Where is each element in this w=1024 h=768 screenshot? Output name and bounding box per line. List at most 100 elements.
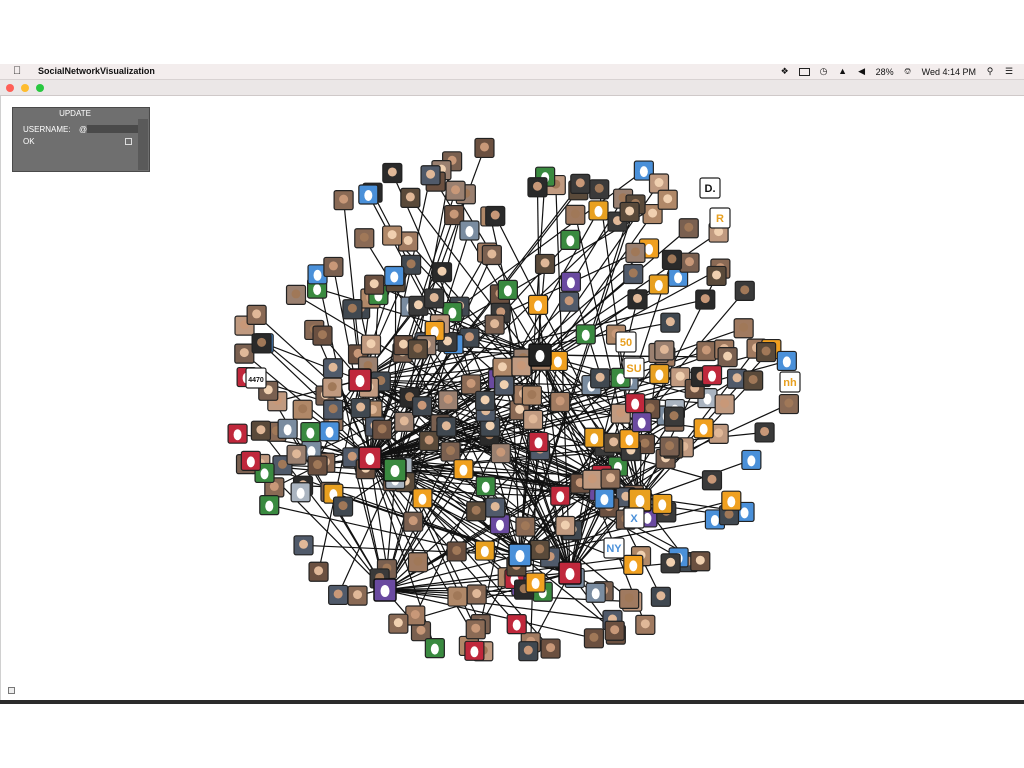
user-avatar[interactable] [522, 409, 544, 430]
user-avatar[interactable] [657, 189, 678, 210]
logo-avatar[interactable]: R [709, 207, 731, 229]
panel-scrollbar[interactable] [138, 119, 148, 170]
hub-avatar[interactable] [558, 561, 582, 585]
default-egg-avatar[interactable] [652, 493, 673, 515]
user-avatar[interactable] [323, 399, 344, 420]
default-egg-avatar[interactable] [464, 640, 485, 661]
user-avatar[interactable] [529, 539, 550, 561]
default-egg-avatar[interactable] [631, 412, 652, 433]
user-avatar[interactable] [733, 318, 754, 339]
user-avatar[interactable] [743, 370, 764, 391]
user-avatar[interactable] [600, 468, 621, 489]
user-avatar[interactable] [436, 416, 457, 437]
default-egg-avatar[interactable] [560, 271, 582, 292]
default-egg-avatar[interactable] [701, 365, 723, 386]
hub-avatar[interactable] [383, 458, 407, 482]
user-avatar[interactable] [382, 162, 403, 184]
user-avatar[interactable] [440, 441, 461, 462]
user-avatar[interactable] [364, 274, 385, 295]
default-egg-avatar[interactable] [594, 488, 615, 509]
user-avatar[interactable] [696, 340, 717, 362]
user-avatar[interactable] [540, 638, 561, 659]
default-egg-avatar[interactable] [575, 324, 596, 345]
user-avatar[interactable] [388, 613, 409, 634]
user-avatar[interactable] [625, 242, 646, 263]
user-avatar[interactable] [635, 614, 656, 635]
user-avatar[interactable] [407, 552, 429, 573]
default-egg-avatar[interactable] [227, 423, 248, 444]
ok-checkbox[interactable] [125, 138, 132, 145]
social-network-graph[interactable]: D. Rnh 50 SU NY X 4470 [0, 0, 1024, 768]
user-avatar[interactable] [706, 265, 727, 287]
user-avatar[interactable] [322, 377, 343, 398]
user-avatar[interactable] [485, 497, 506, 518]
user-avatar[interactable] [466, 501, 487, 522]
user-avatar[interactable] [590, 368, 611, 389]
ok-button[interactable]: OK [23, 137, 35, 146]
default-egg-avatar[interactable] [384, 265, 405, 287]
user-avatar[interactable] [663, 406, 685, 427]
default-egg-avatar[interactable] [412, 488, 433, 509]
user-avatar[interactable] [312, 325, 333, 346]
username-input[interactable] [87, 125, 145, 133]
user-avatar[interactable] [474, 390, 496, 411]
user-avatar[interactable] [403, 511, 424, 532]
user-avatar[interactable] [490, 443, 511, 464]
default-egg-avatar[interactable] [277, 418, 298, 439]
user-avatar[interactable] [322, 358, 344, 379]
default-egg-avatar[interactable] [649, 363, 670, 385]
default-egg-avatar[interactable] [525, 572, 546, 593]
logo-avatar[interactable]: 50 [615, 331, 637, 353]
user-avatar[interactable] [292, 399, 313, 420]
hub-avatar[interactable] [508, 543, 532, 567]
user-avatar[interactable] [660, 553, 681, 574]
user-avatar[interactable] [583, 628, 605, 649]
default-egg-avatar[interactable] [721, 490, 742, 511]
logo-avatar[interactable]: D. [699, 177, 721, 199]
hub-avatar[interactable] [373, 578, 397, 602]
logo-avatar[interactable]: NY [603, 537, 625, 559]
user-avatar[interactable] [250, 420, 272, 441]
default-egg-avatar[interactable] [528, 431, 549, 453]
hub-avatar[interactable] [528, 343, 552, 367]
user-avatar[interactable] [424, 288, 445, 309]
user-avatar[interactable] [623, 263, 644, 285]
user-avatar[interactable] [445, 180, 466, 201]
default-egg-avatar[interactable] [497, 279, 518, 300]
default-egg-avatar[interactable] [550, 485, 571, 506]
user-avatar[interactable] [394, 411, 415, 433]
user-avatar[interactable] [286, 444, 307, 465]
hub-avatar[interactable] [358, 446, 382, 470]
user-avatar[interactable] [511, 356, 532, 377]
default-egg-avatar[interactable] [474, 540, 495, 561]
user-avatar[interactable] [778, 393, 799, 415]
user-avatar[interactable] [372, 419, 393, 440]
user-avatar[interactable] [690, 551, 711, 572]
user-avatar[interactable] [619, 588, 640, 609]
user-avatar[interactable] [350, 397, 371, 419]
default-egg-avatar[interactable] [300, 421, 321, 443]
user-avatar[interactable] [565, 204, 586, 225]
default-egg-avatar[interactable] [424, 638, 445, 659]
user-avatar[interactable] [627, 289, 648, 310]
user-avatar[interactable] [695, 289, 716, 310]
default-egg-avatar[interactable] [560, 229, 581, 250]
default-egg-avatar[interactable] [319, 421, 340, 442]
user-avatar[interactable] [717, 347, 738, 368]
user-avatar[interactable] [485, 205, 506, 227]
user-avatar[interactable] [521, 385, 543, 406]
logo-avatar[interactable]: SU [623, 357, 645, 379]
default-egg-avatar[interactable] [290, 482, 311, 503]
user-avatar[interactable] [589, 179, 610, 200]
hub-avatar[interactable] [348, 368, 372, 392]
default-egg-avatar[interactable] [240, 450, 261, 471]
default-egg-avatar[interactable] [648, 274, 669, 295]
user-avatar[interactable] [679, 252, 700, 273]
default-egg-avatar[interactable] [506, 614, 527, 635]
user-avatar[interactable] [714, 394, 735, 415]
user-avatar[interactable] [527, 177, 548, 198]
default-egg-avatar[interactable] [625, 393, 646, 414]
default-egg-avatar[interactable] [588, 200, 609, 221]
user-avatar[interactable] [466, 584, 487, 605]
user-avatar[interactable] [332, 496, 354, 517]
